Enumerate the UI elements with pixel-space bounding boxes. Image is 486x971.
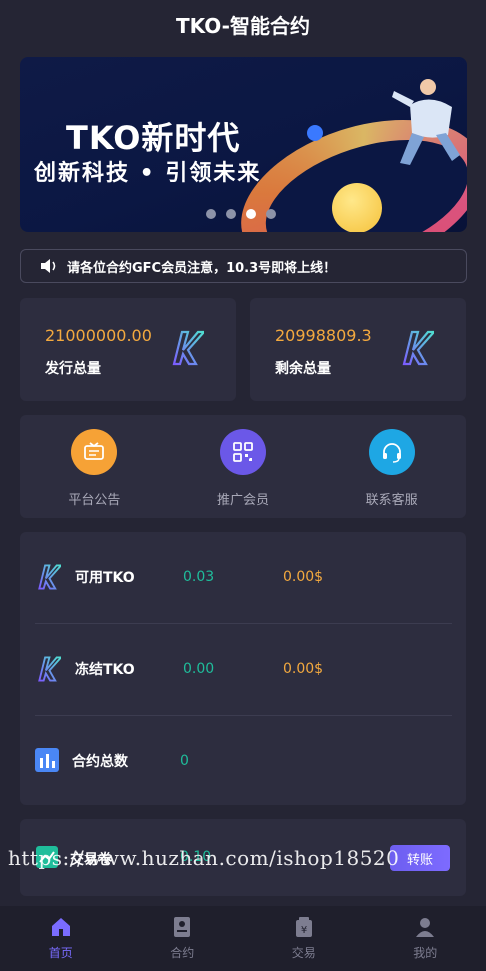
banner-subline: 创新科技 • 引领未来 <box>34 161 262 186</box>
speaker-icon <box>41 259 56 273</box>
banner-pagination <box>206 209 276 219</box>
ticket-name: 交易卷 <box>70 852 112 868</box>
quick-link-announcement[interactable]: 平台公告 <box>24 429 164 508</box>
tko-k-logo-icon <box>402 330 434 366</box>
banner-person-illustration <box>392 79 460 165</box>
stat-value: 21000000.00 <box>45 326 152 345</box>
tab-label: 我的 <box>413 946 438 960</box>
tab-home[interactable]: 首页 <box>0 906 122 971</box>
banner-ball-decoration <box>307 125 323 141</box>
asset-usd: 0.00$ <box>283 661 324 677</box>
headset-icon <box>368 429 415 475</box>
stat-card-total: 21000000.00 发行总量 <box>20 298 236 401</box>
bar-chart-icon <box>35 748 59 772</box>
banner-sun-decoration <box>332 183 382 232</box>
notice-bar[interactable]: 请各位合约GFC会员注意，10.3号即将上线！ <box>20 249 467 283</box>
banner-dot[interactable] <box>206 209 216 219</box>
chart-line-icon <box>36 846 58 868</box>
home-icon <box>51 918 70 936</box>
page-title: TKO-智能合约 <box>176 13 310 38</box>
user-icon <box>416 918 435 937</box>
promo-banner[interactable]: TKO新时代 创新科技 • 引领未来 <box>20 57 467 232</box>
asset-name: 可用TKO <box>75 570 135 586</box>
asset-row-frozen[interactable]: 冻结TKO 0.00 0.00$ <box>35 624 452 714</box>
trade-icon: ¥ <box>295 917 312 937</box>
tab-label: 交易 <box>291 946 316 960</box>
tab-profile[interactable]: 我的 <box>365 906 486 971</box>
asset-panel: 可用TKO 0.03 0.00$ 冻结TKO 0.00 0.00$ 合约总数 0 <box>20 532 466 805</box>
banner-dot[interactable] <box>266 209 276 219</box>
quick-links: 平台公告 推广会员 联系客服 <box>20 415 466 518</box>
asset-name: 合约总数 <box>72 754 128 770</box>
tko-k-logo-icon <box>38 564 61 590</box>
ticket-amount: 0.10 <box>180 849 212 865</box>
quick-link-support[interactable]: 联系客服 <box>322 429 462 508</box>
tko-k-logo-icon <box>172 330 204 366</box>
asset-amount: 0.03 <box>183 569 215 585</box>
tab-contract[interactable]: 合约 <box>122 906 244 971</box>
stat-label: 发行总量 <box>45 361 101 377</box>
bottom-tab-bar: 首页 合约 ¥ 交易 我的 <box>0 906 486 971</box>
asset-usd: 0.00$ <box>283 569 324 585</box>
banner-dot-active[interactable] <box>246 209 256 219</box>
banner-dot[interactable] <box>226 209 236 219</box>
asset-amount: 0.00 <box>183 661 215 677</box>
asset-name: 冻结TKO <box>75 662 135 678</box>
notice-text: 请各位合约GFC会员注意，10.3号即将上线！ <box>67 260 337 276</box>
quick-link-label: 平台公告 <box>68 493 121 508</box>
tko-k-logo-icon <box>38 656 61 682</box>
tab-trade[interactable]: ¥ 交易 <box>243 906 365 971</box>
transfer-button[interactable]: 转账 <box>390 845 450 871</box>
tab-label: 合约 <box>170 946 195 960</box>
announcement-icon <box>71 429 118 475</box>
asset-row-contracts[interactable]: 合约总数 0 <box>35 716 452 806</box>
svg-text:¥: ¥ <box>301 925 307 936</box>
quick-link-label: 联系客服 <box>365 493 418 508</box>
ticket-card: 交易卷 0.10 转账 <box>20 819 466 896</box>
stat-label: 剩余总量 <box>275 361 331 377</box>
qr-code-icon <box>219 429 266 475</box>
quick-link-label: 推广会员 <box>216 493 269 508</box>
stat-card-remaining: 20998809.3 剩余总量 <box>250 298 466 401</box>
banner-headline: TKO新时代 <box>66 119 241 157</box>
asset-row-available[interactable]: 可用TKO 0.03 0.00$ <box>35 532 452 622</box>
asset-amount: 0 <box>180 753 189 769</box>
quick-link-promote[interactable]: 推广会员 <box>173 429 313 508</box>
tab-label: 首页 <box>48 946 73 960</box>
stat-value: 20998809.3 <box>275 326 372 345</box>
contract-icon <box>174 917 191 937</box>
